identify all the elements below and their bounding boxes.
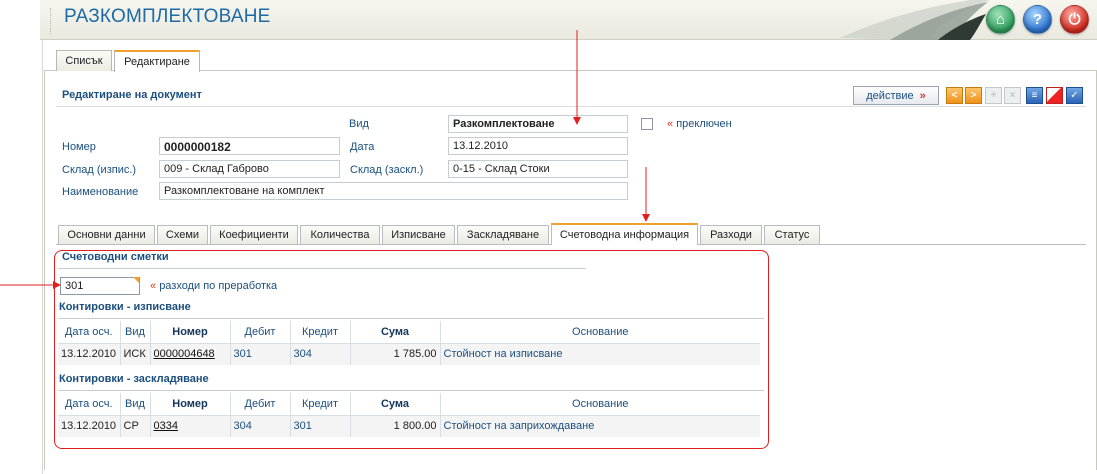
- annotation-arrows: [0, 30, 650, 289]
